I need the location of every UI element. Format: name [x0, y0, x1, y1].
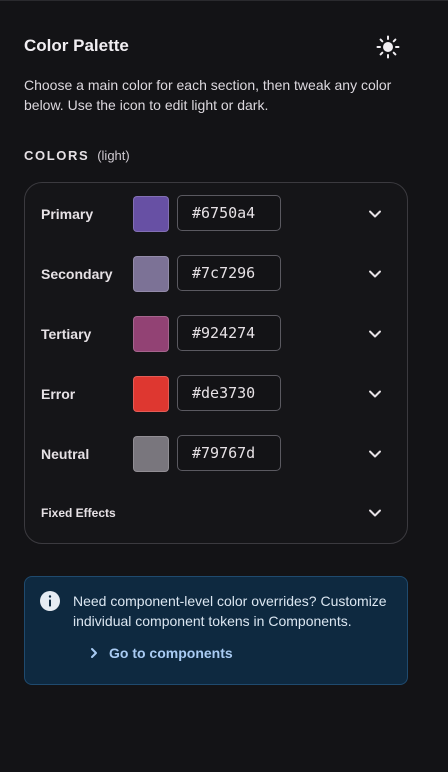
color-label: Error	[41, 386, 76, 402]
hex-input[interactable]: #7c7296	[177, 255, 281, 291]
color-row-error: Error #de3730	[25, 374, 407, 414]
section-title: COLORS	[24, 148, 90, 163]
chevron-down-icon	[369, 330, 381, 338]
color-swatch[interactable]	[133, 436, 169, 472]
color-swatch[interactable]	[133, 256, 169, 292]
expand-button[interactable]	[363, 202, 387, 226]
section-mode: (light)	[97, 148, 130, 163]
page-title: Color Palette	[24, 36, 129, 55]
color-swatch[interactable]	[133, 376, 169, 412]
expand-button[interactable]	[363, 442, 387, 466]
colors-section-label: COLORS (light)	[24, 148, 130, 163]
go-to-components-link[interactable]: Go to components	[89, 643, 233, 663]
chevron-down-icon	[369, 210, 381, 218]
chevron-down-icon	[369, 270, 381, 278]
panel-description: Choose a main color for each section, th…	[24, 77, 392, 113]
info-text: Need component-level color overrides? Cu…	[73, 593, 387, 629]
color-row-tertiary: Tertiary #924274	[25, 314, 407, 354]
fixed-effects-label: Fixed Effects	[41, 506, 116, 520]
color-row-primary: Primary #6750a4	[25, 194, 407, 234]
chevron-down-icon	[369, 390, 381, 398]
color-label: Neutral	[41, 446, 90, 462]
hex-input[interactable]: #6750a4	[177, 195, 281, 231]
color-row-neutral: Neutral #79767d	[25, 434, 407, 474]
expand-button[interactable]	[363, 382, 387, 406]
panel-header: Color Palette	[24, 31, 424, 63]
info-icon	[40, 591, 60, 611]
hex-input[interactable]: #79767d	[177, 435, 281, 471]
info-callout: Need component-level color overrides? Cu…	[24, 576, 408, 685]
fixed-effects-row[interactable]: Fixed Effects	[25, 501, 407, 525]
color-row-secondary: Secondary #7c7296	[25, 254, 407, 294]
chevron-right-icon	[91, 648, 97, 658]
color-label: Tertiary	[41, 326, 92, 342]
theme-toggle-button[interactable]	[374, 33, 402, 61]
expand-button[interactable]	[363, 322, 387, 346]
sun-icon	[376, 35, 400, 59]
color-label: Primary	[41, 206, 94, 222]
expand-button[interactable]	[363, 501, 387, 525]
colors-card: Primary #6750a4 Secondary #7c7296 Tertia…	[24, 182, 408, 544]
expand-button[interactable]	[363, 262, 387, 286]
hex-input[interactable]: #de3730	[177, 375, 281, 411]
chevron-down-icon	[369, 450, 381, 458]
link-label: Go to components	[109, 645, 233, 661]
chevron-down-icon	[369, 509, 381, 517]
color-label: Secondary	[41, 266, 113, 282]
color-swatch[interactable]	[133, 316, 169, 352]
hex-input[interactable]: #924274	[177, 315, 281, 351]
color-palette-panel: Color Palette Choose a main color for ea…	[0, 0, 448, 772]
color-swatch[interactable]	[133, 196, 169, 232]
